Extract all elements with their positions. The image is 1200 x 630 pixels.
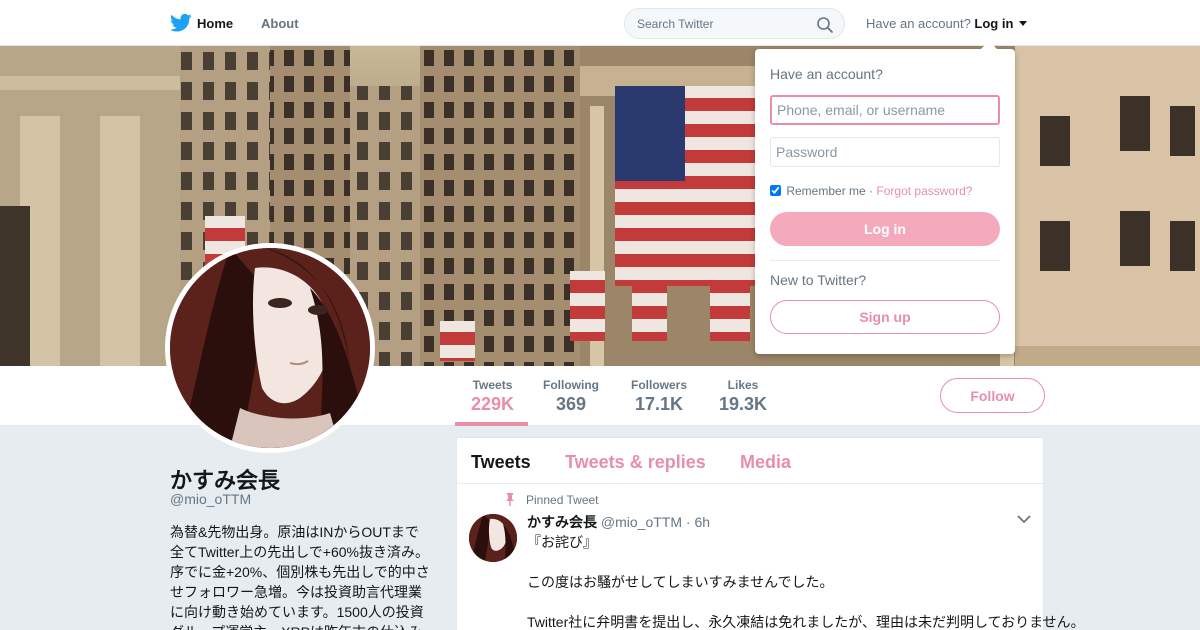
pin-icon	[506, 493, 514, 506]
remember-row: Remember me · Forgot password?	[770, 184, 972, 198]
tweet-author-handle[interactable]: @mio_oTTM	[601, 514, 682, 530]
avatar-illustration	[170, 248, 370, 448]
tweet-avatar-image	[469, 514, 517, 562]
tab-tweets[interactable]: Tweets	[471, 452, 531, 473]
tweet-text-line: 『お詫び』	[527, 534, 597, 550]
chevron-down-icon[interactable]	[1019, 21, 1028, 26]
stat-followers[interactable]: Followers 17.1K	[631, 378, 687, 415]
username-field[interactable]	[770, 95, 1000, 125]
stat-label: Likes	[727, 378, 759, 392]
login-link[interactable]: Log in	[974, 16, 1013, 31]
twitter-bird-icon[interactable]	[170, 13, 192, 33]
stat-value: 369	[555, 394, 587, 414]
stat-label: Following	[543, 378, 599, 392]
stat-value: 229K	[471, 394, 515, 414]
nav-home-link[interactable]: Home	[197, 16, 233, 31]
active-stat-underline	[455, 422, 528, 426]
login-dropdown: Have an account? Remember me · Forgot pa…	[755, 41, 1015, 354]
chevron-down-icon[interactable]	[1017, 514, 1031, 524]
tweet-avatar[interactable]	[469, 514, 517, 562]
password-field[interactable]	[770, 137, 1000, 167]
login-menu-toggle[interactable]: Have an account? Log in	[866, 16, 1028, 31]
tab-tweets-and-replies[interactable]: Tweets & replies	[565, 452, 706, 473]
search-icon[interactable]	[816, 16, 834, 34]
dropdown-title: Have an account?	[770, 66, 883, 82]
pinned-tweet-label: Pinned Tweet	[526, 493, 599, 507]
tab-media[interactable]: Media	[740, 452, 791, 473]
remember-me-label[interactable]: Remember me	[786, 184, 865, 198]
nav-about-link[interactable]: About	[261, 16, 299, 31]
follow-button[interactable]: Follow	[940, 378, 1045, 413]
remember-me-checkbox[interactable]	[770, 185, 781, 196]
profile-handle[interactable]: @mio_oTTM	[170, 491, 251, 507]
timeline: Tweets Tweets & replies Media Pinned Twe…	[456, 437, 1085, 630]
have-account-text: Have an account?	[866, 16, 971, 31]
tweet-time[interactable]: · 6h	[686, 514, 710, 530]
stat-tweets[interactable]: Tweets 229K	[471, 378, 514, 415]
signup-button[interactable]: Sign up	[770, 300, 1000, 334]
tweet-text-line: Twitter社に弁明書を提出し、永久凍結は免れましたが、理由は未だ判明しており…	[527, 614, 1085, 630]
search-input[interactable]: Search Twitter	[637, 17, 713, 31]
profile-avatar[interactable]	[165, 243, 375, 453]
tweet-header: かすみ会長 @mio_oTTM · 6h	[527, 512, 710, 532]
separator-dot: ·	[869, 184, 874, 198]
new-to-twitter-text: New to Twitter?	[770, 272, 867, 288]
stat-following[interactable]: Following 369	[543, 378, 599, 415]
search-box[interactable]: Search Twitter	[624, 8, 845, 39]
forgot-password-link[interactable]: Forgot password?	[876, 184, 972, 198]
stat-label: Tweets	[472, 378, 513, 392]
timeline-tabs: Tweets Tweets & replies Media	[457, 438, 1043, 484]
tweet-author-name[interactable]: かすみ会長	[527, 514, 597, 530]
stat-likes[interactable]: Likes 19.3K	[719, 378, 767, 415]
login-button[interactable]: Log in	[770, 212, 1000, 246]
stat-value: 17.1K	[634, 394, 684, 414]
stat-value: 19.3K	[719, 394, 768, 414]
top-navigation-bar: Home About Search Twitter Have an accoun…	[0, 0, 1200, 46]
tweet-text-line: この度はお騒がせしてしまいすみませんでした。	[527, 574, 834, 590]
profile-bio: 為替&先物出身。原油はINからOUTまで全てTwitter上の先出しで+60%抜…	[170, 524, 430, 630]
stat-label: Followers	[631, 378, 688, 392]
divider	[770, 260, 1000, 261]
